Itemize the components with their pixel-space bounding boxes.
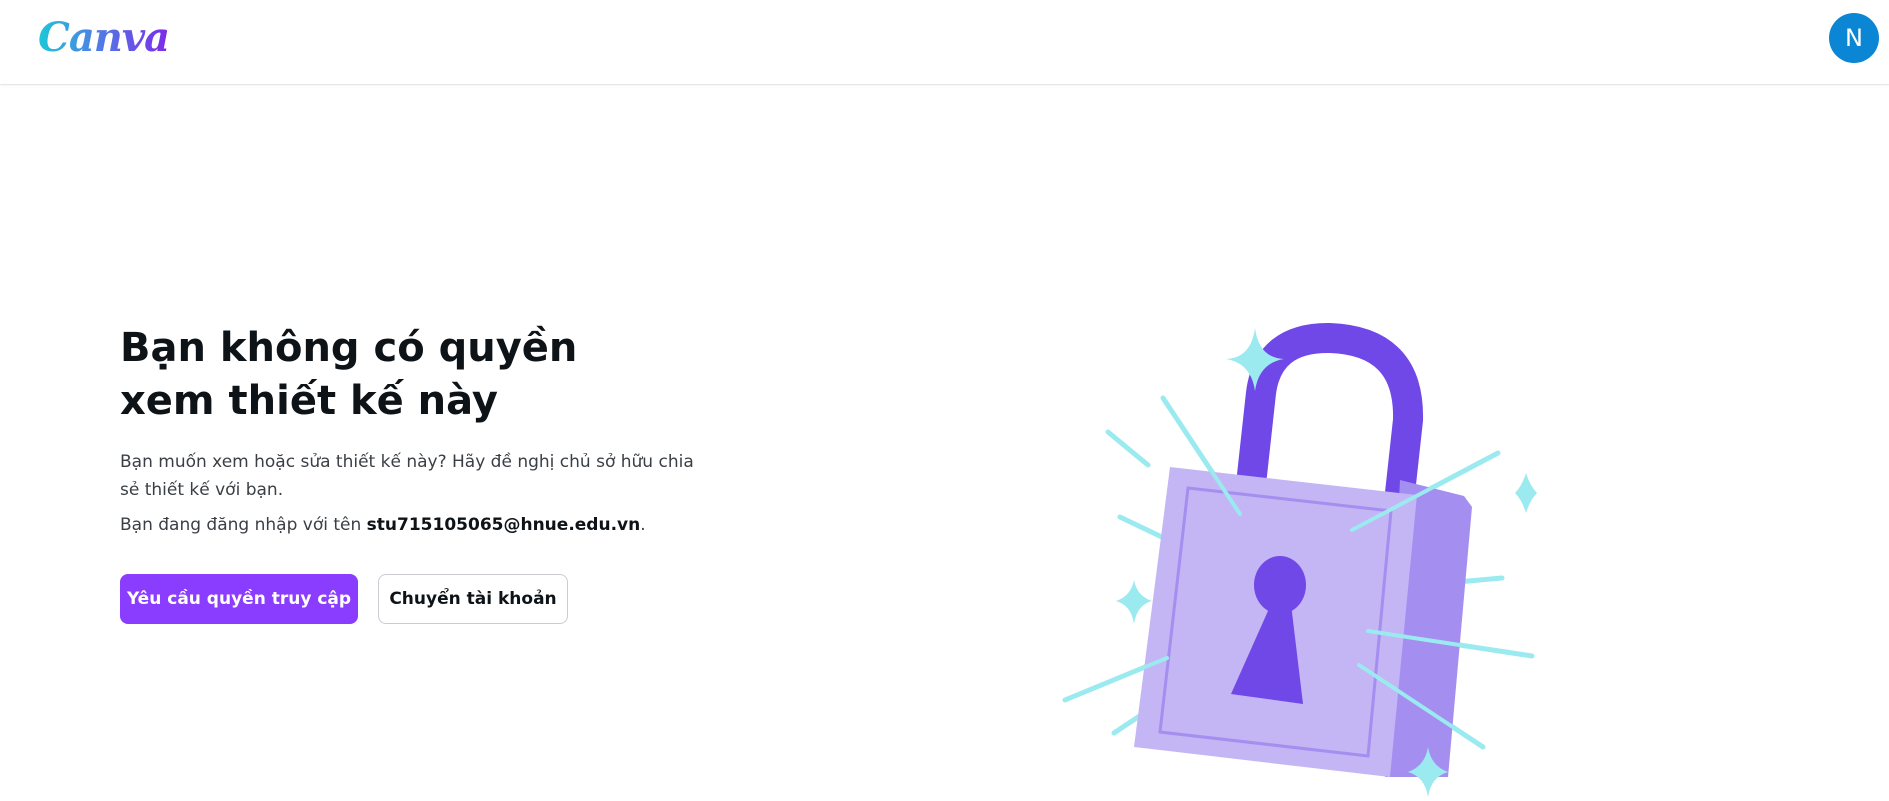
page-title: Bạn không có quyền xem thiết kế này: [120, 325, 578, 424]
logged-in-prefix: Bạn đang đăng nhập với tên: [120, 515, 367, 535]
permission-description: Bạn muốn xem hoặc sửa thiết kế này? Hãy …: [120, 452, 694, 500]
top-bar: Canva N: [0, 0, 1889, 84]
padlock-icon: [1062, 322, 1537, 797]
request-access-button[interactable]: Yêu cầu quyền truy cập: [120, 574, 358, 624]
logged-in-suffix: .: [640, 515, 646, 535]
user-avatar[interactable]: N: [1829, 13, 1879, 63]
logged-in-email: stu715105065@hnue.edu.vn: [366, 515, 641, 535]
switch-account-button[interactable]: Chuyển tài khoản: [378, 574, 568, 624]
logged-in-info: Bạn đang đăng nhập với tên stu715105065@…: [120, 512, 720, 538]
action-buttons: Yêu cầu quyền truy cập Chuyển tài khoản: [120, 574, 720, 624]
padlock-illustration: [1050, 315, 1570, 797]
access-denied-panel: Bạn không có quyền xem thiết kế này Bạn …: [120, 322, 720, 624]
canva-logo[interactable]: Canva: [38, 10, 170, 66]
